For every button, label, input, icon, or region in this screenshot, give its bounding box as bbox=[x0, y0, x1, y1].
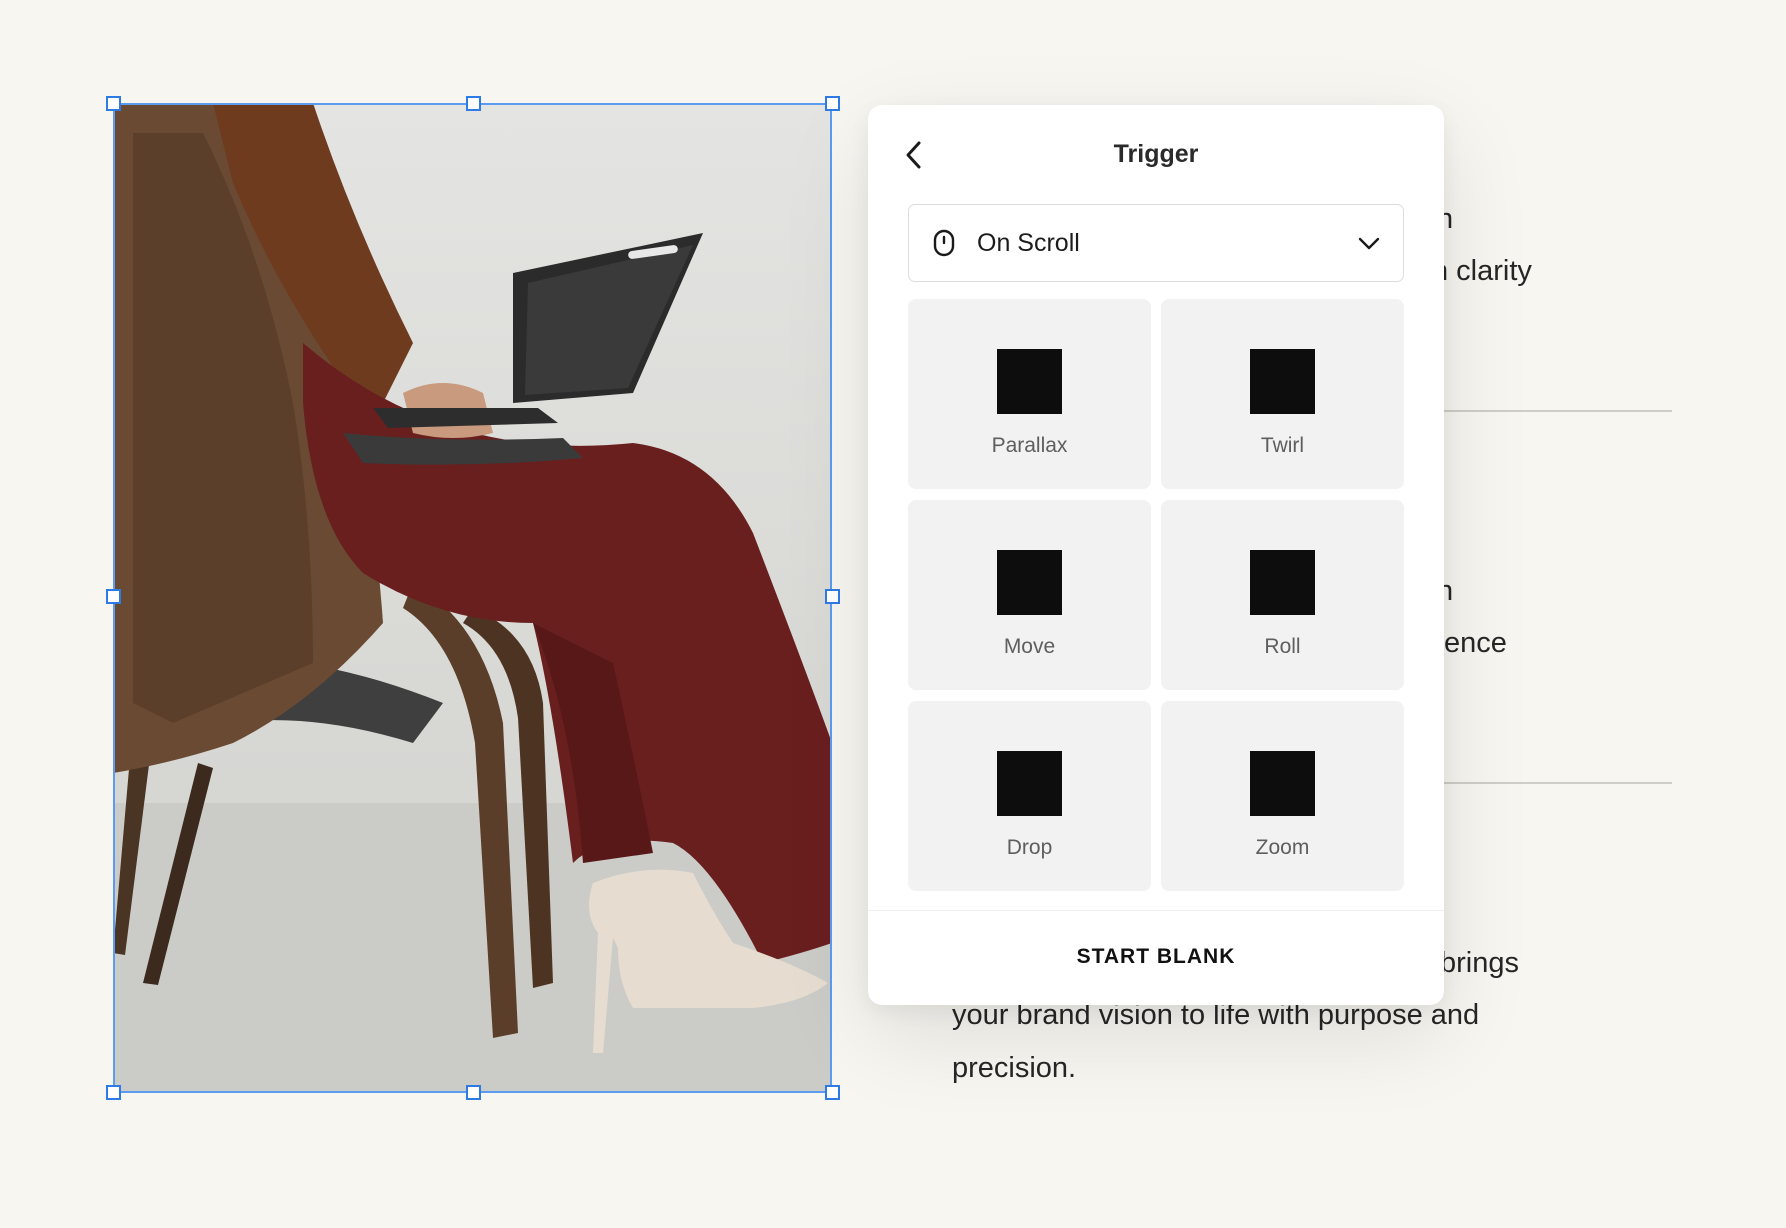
effect-tile-roll[interactable]: Roll bbox=[1161, 500, 1404, 690]
effect-tile-zoom[interactable]: Zoom bbox=[1161, 701, 1404, 891]
effect-label: Drop bbox=[1006, 836, 1053, 859]
mouse-icon bbox=[933, 229, 955, 257]
panel-title: Trigger bbox=[1113, 140, 1199, 168]
effect-label: Parallax bbox=[991, 434, 1068, 457]
content-text-fragment: n clarity bbox=[1432, 255, 1532, 287]
effect-label: Zoom bbox=[1255, 836, 1310, 859]
effect-tile-parallax[interactable]: Parallax bbox=[908, 299, 1151, 489]
resize-handle-top-right[interactable] bbox=[825, 96, 840, 111]
effect-preview-swatch bbox=[1250, 349, 1315, 414]
effect-tile-twirl[interactable]: Twirl bbox=[1161, 299, 1404, 489]
resize-handle-bottom-center[interactable] bbox=[466, 1085, 481, 1100]
effect-label: Move bbox=[1003, 635, 1056, 658]
effect-tile-drop[interactable]: Drop bbox=[908, 701, 1151, 891]
trigger-panel: Trigger On Scroll Parallax Twirl Move Ro… bbox=[868, 105, 1444, 1005]
effect-preview-swatch bbox=[1250, 751, 1315, 816]
content-paragraph-line: precision. bbox=[952, 1052, 1077, 1084]
content-paragraph-line: brings bbox=[1440, 947, 1519, 979]
section-divider bbox=[1444, 782, 1672, 784]
content-text-fragment: ence bbox=[1444, 627, 1507, 659]
effect-preview-swatch bbox=[997, 349, 1062, 414]
section-divider bbox=[1444, 410, 1672, 412]
effect-label: Twirl bbox=[1260, 434, 1305, 457]
effect-tile-move[interactable]: Move bbox=[908, 500, 1151, 690]
resize-handle-top-center[interactable] bbox=[466, 96, 481, 111]
resize-handle-bottom-right[interactable] bbox=[825, 1085, 840, 1100]
start-blank-button[interactable]: START BLANK bbox=[868, 945, 1444, 969]
trigger-select[interactable]: On Scroll bbox=[908, 204, 1404, 282]
chevron-down-icon bbox=[1358, 237, 1380, 250]
panel-header: Trigger bbox=[868, 105, 1444, 205]
effect-preview-swatch bbox=[997, 751, 1062, 816]
resize-handle-top-left[interactable] bbox=[106, 96, 121, 111]
panel-divider bbox=[868, 910, 1444, 911]
trigger-select-value: On Scroll bbox=[977, 228, 1080, 257]
photo-woman-with-laptop bbox=[113, 103, 832, 1093]
resize-handle-middle-right[interactable] bbox=[825, 589, 840, 604]
effect-label: Roll bbox=[1264, 635, 1301, 658]
effect-preview-swatch bbox=[997, 550, 1062, 615]
resize-handle-bottom-left[interactable] bbox=[106, 1085, 121, 1100]
effect-preview-swatch bbox=[1250, 550, 1315, 615]
resize-handle-middle-left[interactable] bbox=[106, 589, 121, 604]
selected-image[interactable] bbox=[113, 103, 832, 1093]
